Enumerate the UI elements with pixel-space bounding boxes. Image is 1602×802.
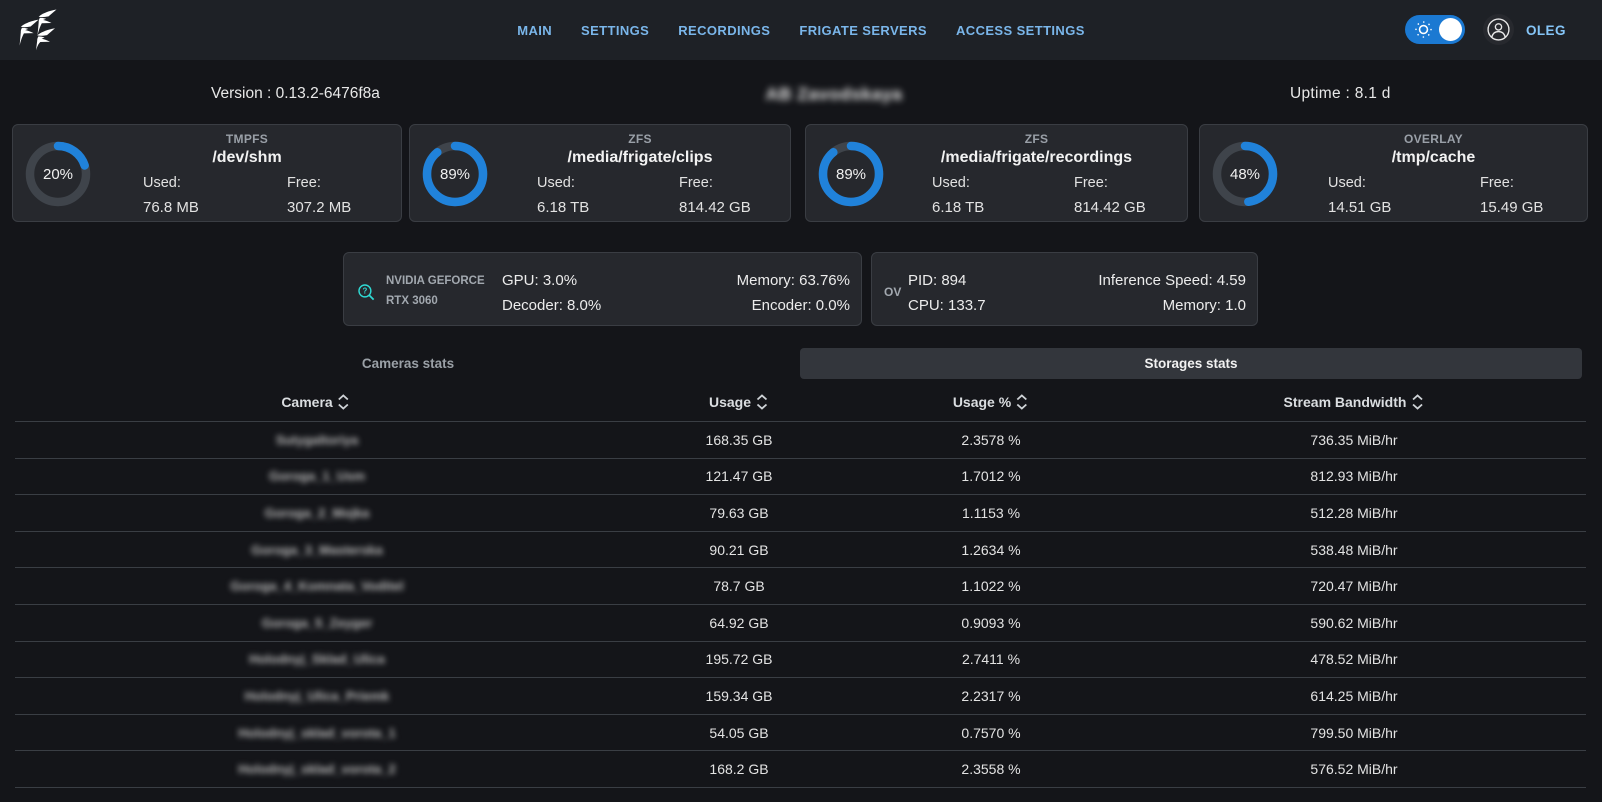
svg-text:89%: 89%: [440, 166, 470, 183]
svg-text:89%: 89%: [836, 166, 866, 183]
svg-text:48%: 48%: [1230, 166, 1260, 183]
svg-text:20%: 20%: [43, 166, 73, 183]
svg-text:?: ?: [362, 287, 367, 296]
